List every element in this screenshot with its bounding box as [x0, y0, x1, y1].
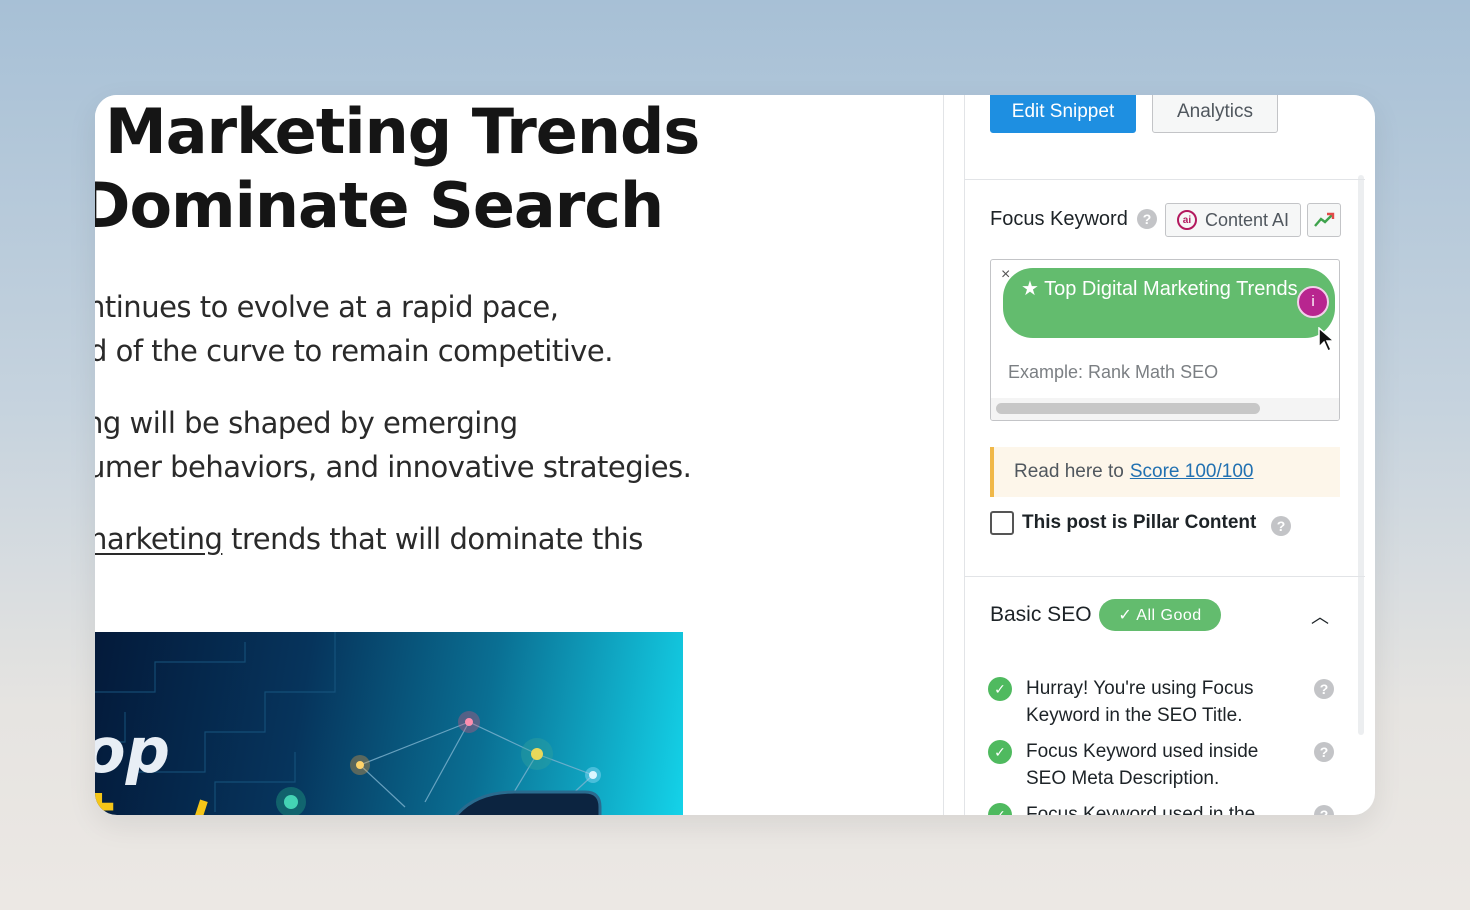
status-badge: ✓ All Good: [1099, 599, 1221, 631]
paragraph-line: narketing trends that will dominate this: [95, 517, 945, 561]
keyword-placeholder[interactable]: Example: Rank Math SEO: [1008, 362, 1218, 383]
rank-math-sidebar: Edit Snippet Analytics Focus Keyword ? a…: [964, 95, 1365, 815]
chevron-up-icon[interactable]: ︿: [1311, 603, 1329, 629]
check-icon: ✓: [988, 803, 1012, 815]
sidebar-scrollbar[interactable]: [1358, 175, 1364, 735]
paragraph-line: ng will be shaped by emerging: [95, 406, 518, 440]
tech-network-illustration: op t: [95, 632, 602, 815]
score-link[interactable]: Score 100/100: [1130, 461, 1254, 483]
info-icon[interactable]: i: [1297, 286, 1329, 318]
pillar-content-checkbox[interactable]: [990, 511, 1014, 535]
trend-chart-icon: [1314, 212, 1335, 227]
pillar-content-option[interactable]: This post is Pillar Content: [990, 511, 1256, 535]
post-editor: Marketing Trends Dominate Search ntinues…: [95, 95, 945, 815]
editor-sidebar-divider: [943, 95, 944, 815]
paragraph-text: trends that will dominate this: [222, 522, 643, 556]
keyword-tag-text: ★ Top Digital Marketing Trends: [1021, 278, 1298, 300]
paragraph-line: umer behaviors, and innovative strategie…: [95, 450, 692, 484]
svg-text:t: t: [95, 779, 115, 815]
paragraph-line: d of the curve to remain competitive.: [95, 334, 613, 368]
notice-text: Read here to: [1014, 461, 1124, 482]
post-title-line: Marketing Trends: [105, 95, 700, 168]
edit-snippet-button[interactable]: Edit Snippet: [990, 95, 1136, 133]
check-icon: ✓: [988, 740, 1012, 764]
section-divider: [965, 576, 1365, 577]
trends-button[interactable]: [1307, 203, 1341, 237]
analytics-button[interactable]: Analytics: [1152, 95, 1278, 133]
post-paragraph[interactable]: narketing trends that will dominate this: [95, 517, 945, 561]
content-ai-icon: ai: [1176, 210, 1197, 230]
score-notice: Read here to Score 100/100: [990, 447, 1340, 497]
content-ai-label: Content AI: [1204, 209, 1290, 230]
section-divider: [965, 179, 1365, 180]
post-paragraph[interactable]: ntinues to evolve at a rapid pace, d of …: [95, 285, 945, 373]
paragraph-line: ntinues to evolve at a rapid pace,: [95, 290, 559, 324]
help-icon[interactable]: ?: [1271, 516, 1291, 536]
help-icon[interactable]: ?: [1314, 679, 1334, 699]
focus-keyword-input[interactable]: ★ Top Digital Marketing Trends i × Examp…: [990, 259, 1340, 421]
seo-check-text: Focus Keyword used inside SEO Meta Descr…: [1026, 741, 1259, 789]
focus-keyword-label: Focus Keyword: [990, 208, 1128, 230]
featured-image[interactable]: op t: [95, 632, 683, 815]
basic-seo-title[interactable]: Basic SEO: [990, 603, 1092, 627]
paragraph-link[interactable]: narketing: [95, 522, 223, 556]
seo-check-text: Focus Keyword used in the: [1026, 804, 1256, 815]
keyword-tag[interactable]: ★ Top Digital Marketing Trends i: [1003, 268, 1335, 338]
content-ai-button[interactable]: ai Content AI: [1165, 203, 1301, 237]
seo-check-text: Hurray! You're using Focus Keyword in th…: [1026, 678, 1254, 726]
svg-text:op: op: [95, 714, 170, 787]
remove-keyword-icon[interactable]: ×: [1001, 266, 1010, 284]
keyword-scrollbar-thumb[interactable]: [996, 403, 1260, 414]
post-title[interactable]: Marketing Trends Dominate Search: [95, 95, 945, 243]
help-icon[interactable]: ?: [1314, 742, 1334, 762]
post-paragraph[interactable]: ng will be shaped by emerging umer behav…: [95, 401, 945, 489]
help-icon[interactable]: ?: [1314, 805, 1334, 815]
check-icon: ✓: [988, 677, 1012, 701]
help-icon[interactable]: ?: [1137, 209, 1157, 229]
editor-window: Marketing Trends Dominate Search ntinues…: [95, 95, 1375, 815]
pillar-content-label: This post is Pillar Content: [1022, 512, 1257, 533]
post-title-line: Dominate Search: [95, 169, 664, 242]
mouse-pointer-icon: [1318, 327, 1336, 353]
